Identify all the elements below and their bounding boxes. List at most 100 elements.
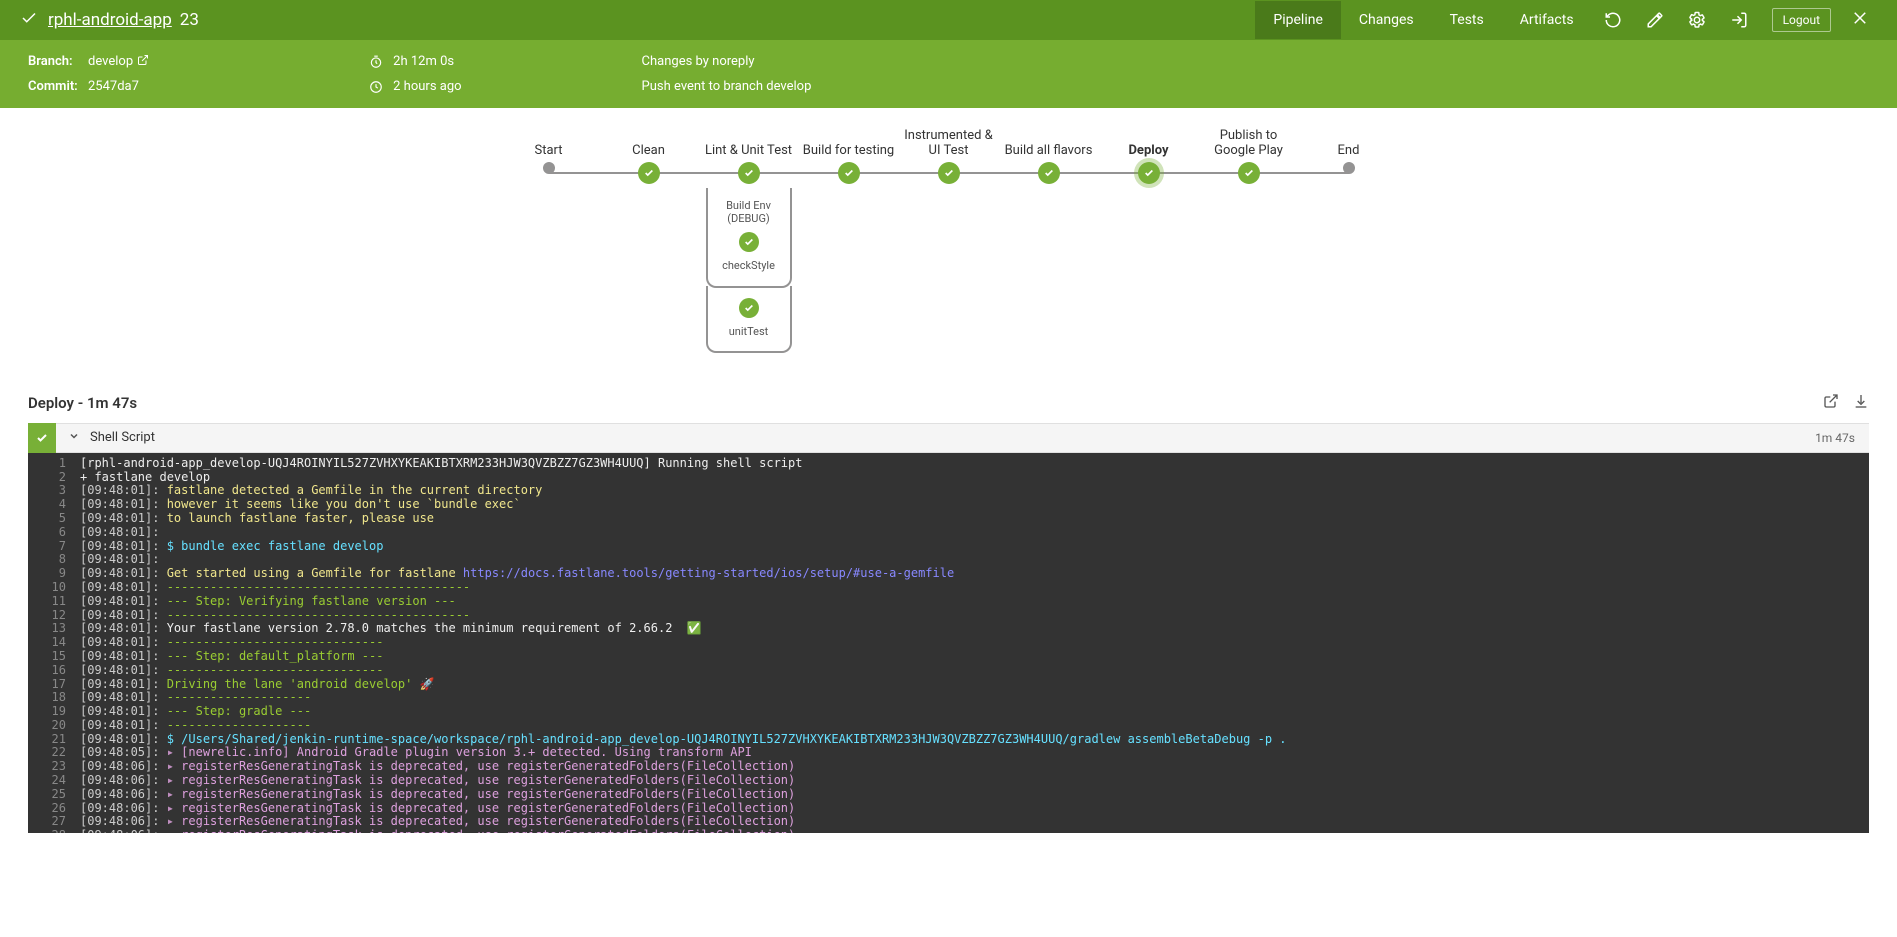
sublabel-checkstyle: checkStyle [722,256,775,275]
meta-col-1: Branch: develop Commit: 2547da7 [28,54,149,94]
subbox-buildenv: Build Env (DEBUG) checkStyle [706,188,792,288]
stage-label-publish: Publish to Google Play [1199,128,1299,162]
stage-node-publish[interactable] [1238,162,1260,184]
log-line: 26[09:48:06]: ▸ registerResGeneratingTas… [28,802,1869,816]
tab-pipeline[interactable]: Pipeline [1255,1,1341,39]
log-line: 2+ fastlane develop [28,471,1869,485]
duration-row: 2h 12m 0s [369,54,461,69]
when-row: 2 hours ago [369,79,461,94]
stage-deploy: Deploy [1099,128,1199,184]
open-external-icon[interactable] [1823,393,1839,413]
tab-artifacts[interactable]: Artifacts [1502,1,1592,39]
stage-label-instrumented: Instrumented & UI Test [899,128,999,162]
settings-icon[interactable] [1676,1,1718,39]
step-name: Shell Script [90,430,155,445]
subbox-unittest: unitTest [706,286,792,353]
edit-icon[interactable] [1634,1,1676,39]
pipeline-name[interactable]: rphl-android-app [48,10,172,30]
header: rphl-android-app 23 Pipeline Changes Tes… [0,0,1897,40]
logout-button[interactable]: Logout [1772,8,1831,32]
pipeline-run-number: 23 [180,10,199,30]
stage-node-build-testing[interactable] [838,162,860,184]
stage-lint: Lint & Unit Test Build Env (DEBUG) check… [699,128,799,353]
commit-value: 2547da7 [88,79,139,94]
stage-node-instrumented[interactable] [938,162,960,184]
log-line: 9[09:48:01]: Get started using a Gemfile… [28,567,1869,581]
log-line: 4[09:48:01]: however it seems like you d… [28,498,1869,512]
log-line: 17[09:48:01]: Driving the lane 'android … [28,678,1869,692]
stage-build-flavors: Build all flavors [999,128,1099,184]
commit-label: Commit: [28,79,78,94]
stage-node-clean[interactable] [638,162,660,184]
log-line: 14[09:48:01]: --------------------------… [28,636,1869,650]
stage-clean: Clean [599,128,699,184]
subnode-checkstyle[interactable] [739,232,759,252]
section-title: Deploy - 1m 47s [0,383,1897,423]
stage-instrumented: Instrumented & UI Test [899,128,999,184]
stage-label-lint: Lint & Unit Test [699,128,799,162]
section-title-text: Deploy - 1m 47s [28,394,137,412]
when-value: 2 hours ago [393,79,461,94]
page-title[interactable]: rphl-android-app 23 [48,10,199,30]
log-line: 28[09:48:06]: ▸ registerResGeneratingTas… [28,829,1869,832]
log-line: 24[09:48:06]: ▸ registerResGeneratingTas… [28,774,1869,788]
branch-label: Branch: [28,54,78,69]
stage-label-start: Start [499,128,599,162]
pipeline-graph: Start Clean Lint & Unit Test Build Env (… [0,108,1897,383]
stage-start: Start [499,128,599,174]
stage-label-deploy: Deploy [1099,128,1199,162]
substages-lint: Build Env (DEBUG) checkStyle unitTest [706,190,792,353]
log-line: 5[09:48:01]: to launch fastlane faster, … [28,512,1869,526]
log-line: 8[09:48:01]: [28,553,1869,567]
log-line: 22[09:48:05]: ▸ [newrelic.info] Android … [28,746,1869,760]
stages: Start Clean Lint & Unit Test Build Env (… [499,128,1399,353]
stage-label-build-testing: Build for testing [799,128,899,162]
rerun-icon[interactable] [1592,1,1634,39]
step-status-icon [28,423,56,453]
close-icon[interactable] [1843,0,1877,41]
stage-node-build-flavors[interactable] [1038,162,1060,184]
sublabel-buildenv: Build Env (DEBUG) [708,196,790,228]
tab-changes[interactable]: Changes [1341,1,1432,39]
stage-node-end[interactable] [1343,162,1355,174]
log-line: 1[rphl-android-app_develop-UQJ4ROINYIL52… [28,457,1869,471]
log-line: 13[09:48:01]: Your fastlane version 2.78… [28,622,1869,636]
header-right: Pipeline Changes Tests Artifacts Logout [1255,0,1877,41]
log-line: 12[09:48:01]: --------------------------… [28,609,1869,623]
meta-col-2: 2h 12m 0s 2 hours ago [369,54,461,94]
sublabel-unittest: unitTest [729,322,769,341]
step-header[interactable]: Shell Script 1m 47s [28,423,1869,453]
log-line: 20[09:48:01]: -------------------- [28,719,1869,733]
status-check-icon [20,9,38,31]
step-duration: 1m 47s [1815,431,1869,445]
stage-label-build-flavors: Build all flavors [999,128,1099,162]
branch-row: Branch: develop [28,54,149,69]
log-line: 19[09:48:01]: --- Step: gradle --- [28,705,1869,719]
log-line: 18[09:48:01]: -------------------- [28,691,1869,705]
download-icon[interactable] [1853,393,1869,413]
log-line: 25[09:48:06]: ▸ registerResGeneratingTas… [28,788,1869,802]
stage-node-lint[interactable] [738,162,760,184]
meta-col-3: Changes by noreply Push event to branch … [642,54,812,94]
log-line: 21[09:48:01]: $ /Users/Shared/jenkin-run… [28,733,1869,747]
log-line: 7[09:48:01]: $ bundle exec fastlane deve… [28,540,1869,554]
log-output[interactable]: 1[rphl-android-app_develop-UQJ4ROINYIL52… [28,453,1869,833]
tab-tests[interactable]: Tests [1432,1,1502,39]
log-line: 23[09:48:06]: ▸ registerResGeneratingTas… [28,760,1869,774]
clock-icon [369,55,383,69]
push-event: Push event to branch develop [642,79,812,94]
chevron-down-icon[interactable] [56,430,90,446]
stage-label-clean: Clean [599,128,699,162]
time-icon [369,80,383,94]
subnode-unittest[interactable] [739,298,759,318]
log-line: 3[09:48:01]: fastlane detected a Gemfile… [28,484,1869,498]
log-line: 10[09:48:01]: --------------------------… [28,581,1869,595]
stage-node-deploy[interactable] [1138,162,1160,184]
stage-end: End [1299,128,1399,174]
duration-value: 2h 12m 0s [393,54,454,69]
log-line: 15[09:48:01]: --- Step: default_platform… [28,650,1869,664]
branch-value[interactable]: develop [88,54,149,69]
exit-icon[interactable] [1718,1,1760,39]
stage-node-start[interactable] [543,162,555,174]
changes-by: Changes by noreply [642,54,812,69]
